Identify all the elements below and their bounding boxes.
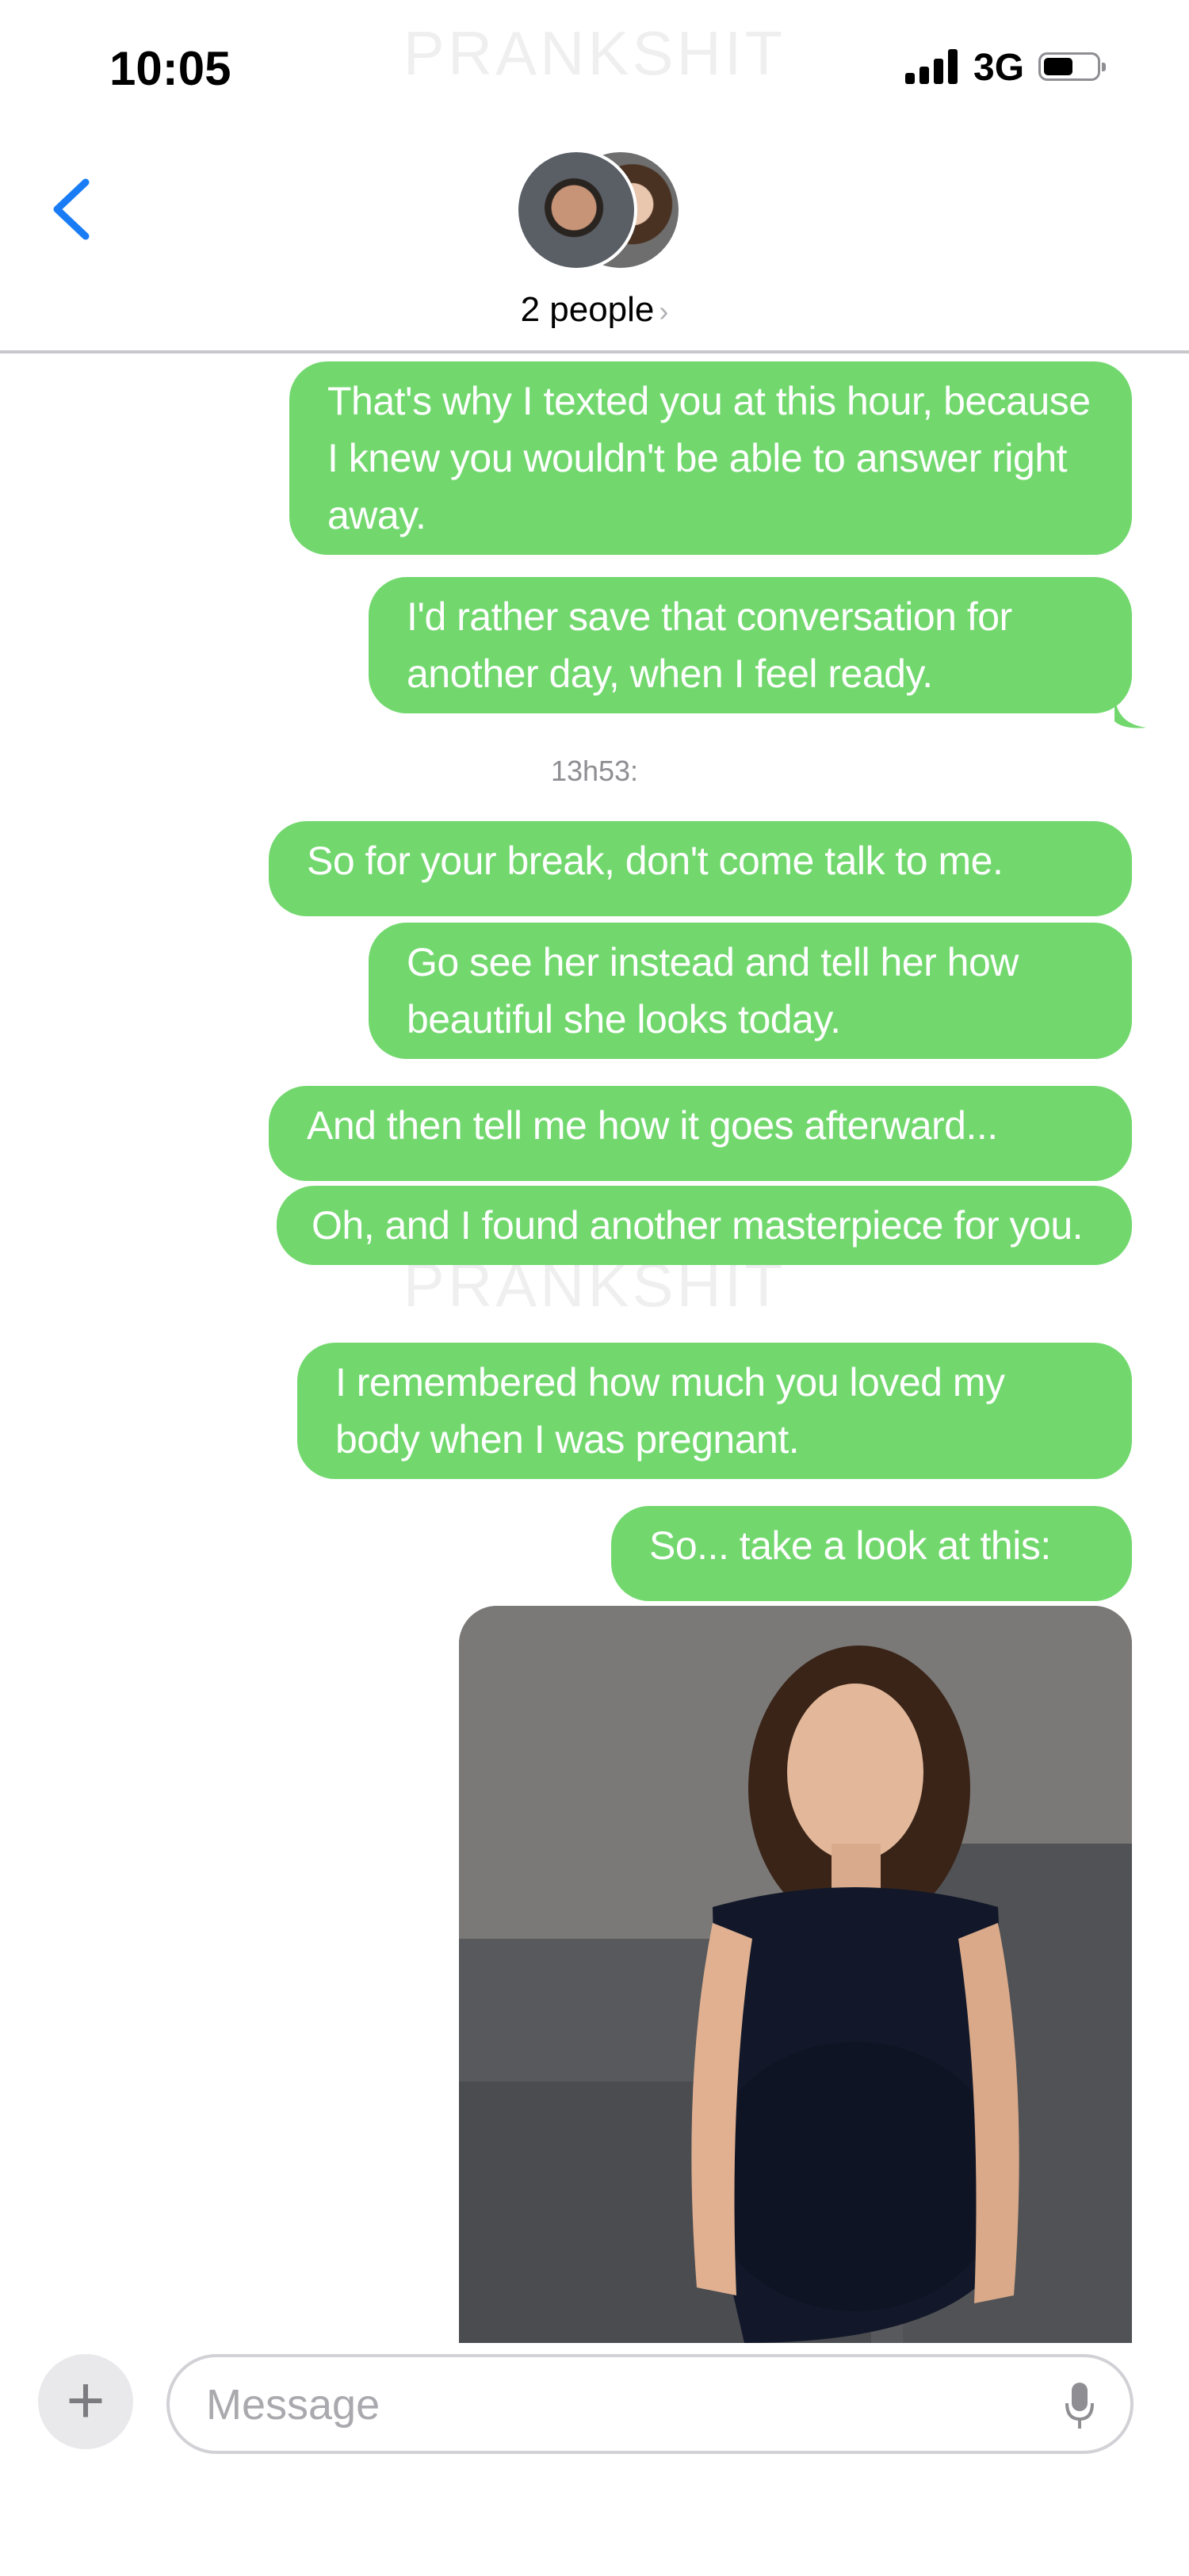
chevron-left-icon	[53, 178, 90, 240]
chevron-right-icon: ›	[659, 295, 669, 327]
plus-icon: +	[66, 2363, 105, 2437]
conversation-title: 2 people	[520, 290, 655, 329]
photo-image	[459, 1606, 1132, 2343]
back-button[interactable]	[41, 168, 105, 247]
conversation-title-button[interactable]: 2 people ›	[0, 290, 1189, 330]
message-bubble[interactable]: That's why I texted you at this hour, be…	[289, 361, 1132, 555]
group-avatars[interactable]	[515, 149, 682, 276]
avatar-man	[515, 149, 637, 271]
status-bar: 10:05 3G	[0, 0, 1189, 135]
message-field[interactable]	[166, 2354, 1134, 2454]
conversation-header: 2 people ›	[0, 135, 1189, 354]
message-bubble[interactable]: So... take a look at this:	[611, 1506, 1132, 1601]
add-attachment-button[interactable]: +	[38, 2354, 133, 2449]
bubble-tail	[1114, 698, 1146, 728]
message-bubble[interactable]: I'd rather save that conversation for an…	[369, 577, 1132, 713]
microphone-icon[interactable]	[1064, 2381, 1095, 2432]
message-input[interactable]	[205, 2370, 1000, 2440]
message-bubble[interactable]: And then tell me how it goes afterward..…	[269, 1086, 1132, 1181]
message-bubble[interactable]: I remembered how much you loved my body …	[297, 1343, 1132, 1479]
message-bubble[interactable]: Oh, and I found another masterpiece for …	[277, 1186, 1132, 1265]
status-time: 10:05	[109, 42, 231, 95]
compose-bar: +	[0, 2343, 1189, 2576]
message-bubble[interactable]: Go see her instead and tell her how beau…	[369, 923, 1132, 1059]
message-bubble[interactable]: So for your break, don't come talk to me…	[269, 821, 1132, 916]
battery-icon	[1038, 52, 1106, 81]
signal-icon	[905, 49, 961, 84]
message-timestamp: 13h53:	[550, 755, 639, 787]
photo-attachment[interactable]	[459, 1606, 1132, 2343]
network-type: 3G	[973, 47, 1025, 89]
